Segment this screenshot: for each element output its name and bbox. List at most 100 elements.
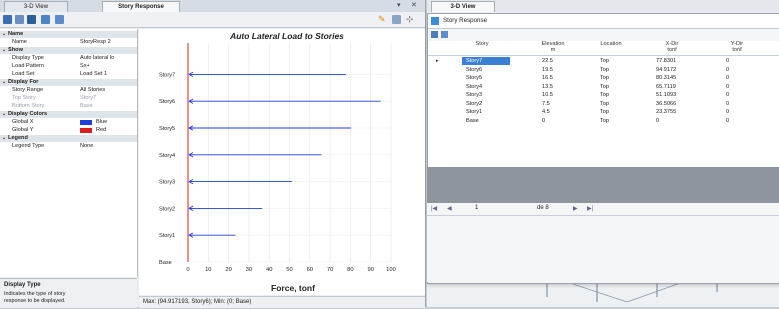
column-header[interactable]: Y-Dir tonf — [712, 41, 762, 55]
table-cell[interactable]: Story4 — [466, 83, 520, 91]
property-row[interactable]: Load Set Load Set 1 — [0, 71, 137, 78]
table-row[interactable]: Story2 7.5 Top 36.5066 0 — [428, 100, 779, 108]
property-value[interactable]: Blue — [96, 119, 107, 126]
collapse-chevron-icon[interactable]: ⌄ — [2, 135, 6, 142]
column-header[interactable]: Location — [586, 41, 636, 55]
table-cell[interactable]: Top — [600, 117, 644, 125]
pin-icon[interactable]: ▾ — [397, 1, 401, 9]
table-cell[interactable]: Story2 — [466, 100, 520, 108]
collapse-chevron-icon[interactable]: ⌄ — [2, 31, 6, 38]
pencil-icon[interactable]: ✎ — [378, 15, 387, 24]
table-cell[interactable]: 0 — [656, 117, 710, 125]
table-cell[interactable]: Top — [600, 91, 644, 99]
property-row[interactable]: Story Range All Stories — [0, 87, 137, 94]
chart-icon[interactable] — [55, 15, 64, 24]
tab-story-response[interactable]: Story Response — [102, 1, 180, 12]
close-icon[interactable]: ✕ — [411, 1, 417, 9]
table-row[interactable]: Story1 4.5 Top 23.3755 0 — [428, 108, 779, 116]
tab-3d-view[interactable]: 3-D View — [4, 1, 68, 12]
table-cell[interactable]: 65.7119 — [656, 83, 710, 91]
table-cell[interactable]: 0 — [726, 108, 770, 116]
table-cell[interactable]: 0 — [542, 117, 586, 125]
table-cell[interactable]: 19.5 — [542, 66, 586, 74]
table-cell[interactable]: Story7 — [462, 57, 510, 65]
table-cell[interactable]: 36.5066 — [656, 100, 710, 108]
property-row[interactable]: Legend Type None — [0, 143, 137, 150]
prev-page-icon[interactable]: ◀ — [447, 205, 452, 212]
table-cell[interactable]: 0 — [726, 57, 770, 65]
first-page-icon[interactable]: |◀ — [431, 205, 437, 212]
table-cell[interactable]: 94.9172 — [656, 66, 710, 74]
table-cell[interactable]: 7.5 — [542, 100, 586, 108]
table-cell[interactable]: Top — [600, 108, 644, 116]
property-value[interactable]: None — [80, 143, 93, 150]
tab-3d-view-right[interactable]: 3-D View — [431, 1, 495, 12]
property-value[interactable]: Load Set 1 — [80, 71, 107, 78]
property-value[interactable]: All Stories — [80, 87, 105, 94]
grid-icon[interactable] — [41, 15, 50, 24]
expand-icon[interactable]: ⊹ — [406, 14, 414, 25]
copy-icon[interactable] — [392, 15, 401, 24]
property-row[interactable]: Global Y Red — [0, 127, 137, 134]
property-value[interactable]: Base — [80, 103, 93, 110]
table-icon[interactable] — [27, 15, 36, 24]
table-row[interactable]: Story6 19.5 Top 94.9172 0 — [428, 66, 779, 74]
property-value[interactable]: StoryResp 2 — [80, 39, 111, 46]
next-page-icon[interactable]: ▶ — [573, 205, 578, 212]
table-cell[interactable]: 0 — [726, 83, 770, 91]
column-header[interactable]: X-Dir tonf — [642, 41, 702, 55]
filter-icon[interactable] — [441, 31, 448, 38]
table-cell[interactable]: 77.8301 — [656, 57, 710, 65]
property-row[interactable]: Load Pattern Sx+ — [0, 63, 137, 70]
table-cell[interactable]: Top — [600, 57, 644, 65]
property-row[interactable]: Top Story Story7 — [0, 95, 137, 102]
table-cell[interactable]: 80.3145 — [656, 74, 710, 82]
save-icon[interactable] — [3, 15, 12, 24]
table-cell[interactable]: 23.3755 — [656, 108, 710, 116]
property-row[interactable]: Name StoryResp 2 — [0, 39, 137, 46]
table-cell[interactable]: Top — [600, 74, 644, 82]
table-row[interactable]: Story4 13.5 Top 65.7119 0 — [428, 83, 779, 91]
table-cell[interactable]: 10.5 — [542, 91, 586, 99]
table-cell[interactable]: 13.5 — [542, 83, 586, 91]
table-cell[interactable]: 0 — [726, 117, 770, 125]
table-cell[interactable]: 4.5 — [542, 108, 586, 116]
table-cell[interactable]: Top — [600, 83, 644, 91]
property-row[interactable]: Bottom Story Base — [0, 103, 137, 110]
property-value[interactable]: Auto lateral lo — [80, 55, 114, 62]
property-row[interactable]: Display Type Auto lateral lo — [0, 55, 137, 62]
table-cell[interactable]: 0 — [726, 74, 770, 82]
table-cell[interactable]: 0 — [726, 91, 770, 99]
color-swatch[interactable] — [80, 128, 92, 133]
table-cell[interactable]: 0 — [726, 100, 770, 108]
table-cell[interactable]: Top — [600, 66, 644, 74]
collapse-chevron-icon[interactable]: ⌄ — [2, 79, 6, 86]
last-page-icon[interactable]: ▶| — [587, 205, 593, 212]
color-swatch[interactable] — [80, 120, 92, 125]
property-value[interactable]: Story7 — [80, 95, 96, 102]
property-row[interactable]: Global X Blue — [0, 119, 137, 126]
column-header[interactable]: Elevation m — [528, 41, 578, 55]
column-header[interactable]: Story — [452, 41, 512, 55]
property-value[interactable]: Red — [96, 127, 106, 134]
print-icon[interactable] — [15, 15, 24, 24]
table-row[interactable]: Base 0 Top 0 0 — [428, 117, 779, 125]
table-cell[interactable]: 22.5 — [542, 57, 586, 65]
table-cell[interactable]: Story3 — [466, 91, 520, 99]
table-cell[interactable]: Story5 — [466, 74, 520, 82]
table-cell[interactable]: Base — [466, 117, 520, 125]
table-cell[interactable]: 0 — [726, 66, 770, 74]
table-cell[interactable]: 51.1093 — [656, 91, 710, 99]
property-value[interactable]: Sx+ — [80, 63, 90, 70]
collapse-chevron-icon[interactable]: ⌄ — [2, 47, 6, 54]
table-cell[interactable]: Story1 — [466, 108, 520, 116]
page-current[interactable]: 1 — [475, 205, 478, 211]
export-icon[interactable] — [431, 31, 438, 38]
collapse-chevron-icon[interactable]: ⌄ — [2, 111, 6, 118]
table-row[interactable]: Story5 16.5 Top 80.3145 0 — [428, 74, 779, 82]
table-cell[interactable]: Top — [600, 100, 644, 108]
table-row[interactable]: ▸ Story7 22.5 Top 77.8301 0 — [428, 57, 779, 65]
table-cell[interactable]: Story6 — [466, 66, 520, 74]
table-row[interactable]: Story3 10.5 Top 51.1093 0 — [428, 91, 779, 99]
table-cell[interactable]: 16.5 — [542, 74, 586, 82]
